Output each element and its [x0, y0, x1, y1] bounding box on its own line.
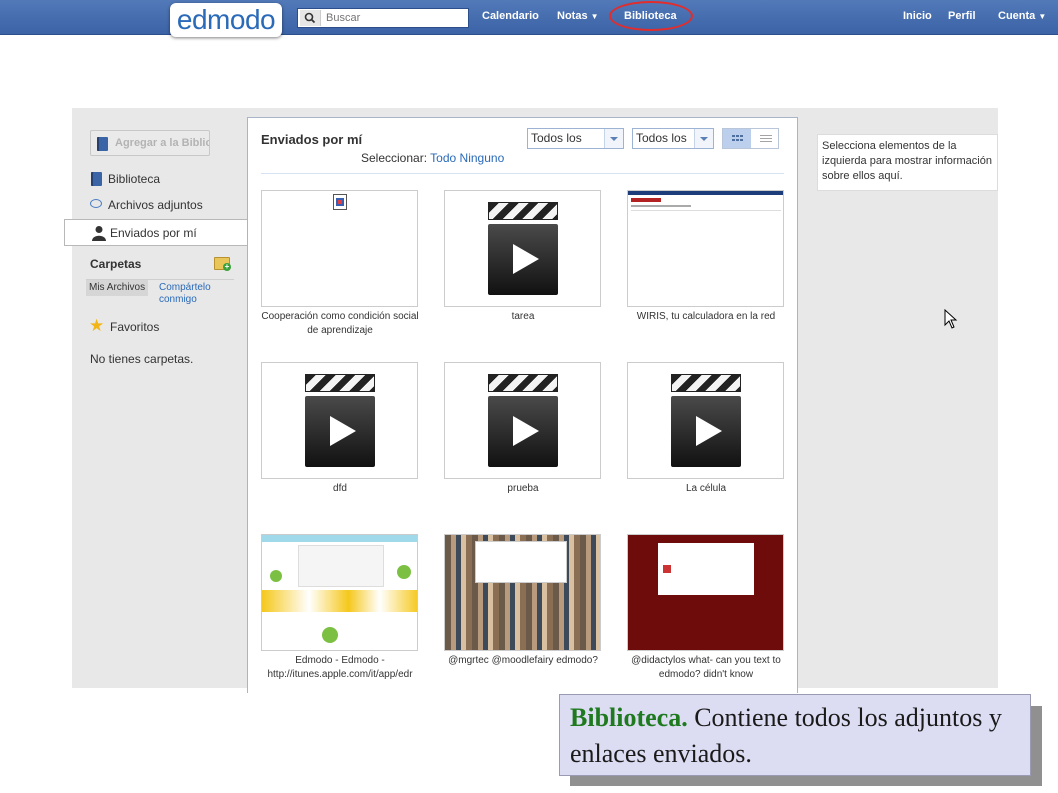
tweet-box — [475, 541, 567, 583]
video-icon — [488, 202, 558, 295]
select-label: Seleccionar: — [361, 151, 428, 165]
user-icon — [92, 225, 106, 241]
plus-icon: + — [223, 262, 231, 271]
sidebar-item-label: Archivos adjuntos — [108, 198, 203, 212]
edmodo-logo[interactable]: edmodo — [170, 3, 282, 37]
filter-dropdown-1[interactable]: Todos los — [527, 128, 624, 149]
sidebar-item-favoritos[interactable]: Favoritos — [110, 320, 159, 334]
divider — [261, 173, 784, 174]
chevron-down-icon — [604, 129, 623, 148]
callout-title: Biblioteca. — [570, 703, 688, 732]
library-item-thumbnail[interactable] — [261, 190, 418, 307]
nav-cuenta[interactable]: Cuenta ▼ — [998, 10, 1046, 22]
chevron-down-icon: ▼ — [1038, 12, 1047, 21]
library-item-caption[interactable]: Cooperación como condición social de apr… — [255, 310, 425, 338]
video-icon — [671, 374, 741, 467]
chevron-down-icon: ▼ — [590, 12, 599, 21]
no-folders-text: No tienes carpetas. — [90, 352, 194, 366]
library-item-thumbnail[interactable] — [627, 362, 784, 479]
sidebar-item-label: Biblioteca — [108, 172, 161, 186]
video-icon — [488, 374, 558, 467]
library-item-thumbnail[interactable] — [444, 362, 601, 479]
add-to-library-label: Agregar a la Biblioteca — [115, 137, 209, 149]
nav-perfil[interactable]: Perfil — [948, 10, 976, 22]
annotation-callout: Biblioteca. Contiene todos los adjuntos … — [559, 694, 1031, 776]
page-title: Enviados por mí — [261, 132, 363, 147]
filter-value: Todos los — [531, 131, 582, 145]
library-item-thumbnail[interactable] — [627, 190, 784, 307]
add-to-library-button[interactable]: Agregar a la Biblioteca — [90, 130, 210, 156]
library-item-thumbnail[interactable] — [627, 534, 784, 651]
select-all-link[interactable]: Todo — [430, 151, 456, 165]
library-item-thumbnail[interactable] — [261, 534, 418, 651]
nav-notas-label: Notas — [557, 10, 588, 22]
video-icon — [305, 374, 375, 467]
library-item-thumbnail[interactable] — [444, 534, 601, 651]
nav-notas[interactable]: Notas ▼ — [557, 10, 599, 22]
view-toggle — [722, 128, 779, 149]
nav-cuenta-label: Cuenta — [998, 10, 1036, 22]
library-item-caption[interactable]: tarea — [438, 310, 608, 324]
chevron-down-icon — [694, 129, 713, 148]
library-item-caption[interactable]: dfd — [255, 482, 425, 496]
mouse-cursor-icon — [944, 308, 958, 329]
select-none-link[interactable]: Ninguno — [460, 151, 505, 165]
highlight-oval — [609, 1, 693, 31]
nav-inicio[interactable]: Inicio — [903, 10, 932, 22]
tab-compartelo-conmigo[interactable]: Compártelo conmigo — [159, 282, 229, 306]
library-item-thumbnail[interactable] — [444, 190, 601, 307]
webpage-thumbnail — [628, 191, 783, 306]
search-input[interactable] — [326, 10, 464, 26]
filter-value: Todos los — [636, 131, 687, 145]
twitter-red-thumbnail — [628, 535, 783, 650]
library-item-caption[interactable]: Edmodo - Edmodo - http://itunes.apple.co… — [255, 654, 425, 682]
grid-view-icon[interactable] — [723, 129, 751, 148]
selection-controls: Seleccionar: Todo Ninguno — [361, 151, 504, 165]
search-box[interactable] — [297, 8, 469, 28]
library-item-thumbnail[interactable] — [261, 362, 418, 479]
folders-title: Carpetas — [90, 257, 142, 271]
sidebar-item-enviados-selected[interactable]: Enviados por mí — [64, 219, 249, 246]
info-panel: Selecciona elementos de la izquierda par… — [817, 134, 998, 191]
book-icon — [91, 172, 102, 186]
nav-calendario[interactable]: Calendario — [482, 10, 539, 22]
folder-tabs: Mis Archivos Compártelo conmigo — [86, 279, 234, 310]
tab-mis-archivos[interactable]: Mis Archivos — [86, 280, 149, 296]
book-icon — [97, 137, 108, 151]
library-item-caption[interactable]: La célula — [621, 482, 791, 496]
library-item-caption[interactable]: prueba — [438, 482, 608, 496]
twitter-lemons-thumbnail — [262, 535, 417, 650]
document-icon — [333, 194, 347, 210]
search-icon[interactable] — [300, 10, 321, 26]
filter-dropdown-2[interactable]: Todos los — [632, 128, 714, 149]
library-item-caption[interactable]: @didactylos what- can you text to edmodo… — [621, 654, 791, 682]
library-item-caption[interactable]: @mgrtec @moodlefairy edmodo? — [438, 654, 608, 668]
sidebar-item-label: Enviados por mí — [110, 226, 197, 240]
star-icon: ★ — [89, 316, 105, 335]
library-item-caption[interactable]: WIRIS, tu calculadora en la red — [621, 310, 791, 324]
comment-icon — [90, 199, 102, 208]
top-navigation-bar: edmodo Calendario Notas ▼ Biblioteca Ini… — [0, 0, 1058, 37]
